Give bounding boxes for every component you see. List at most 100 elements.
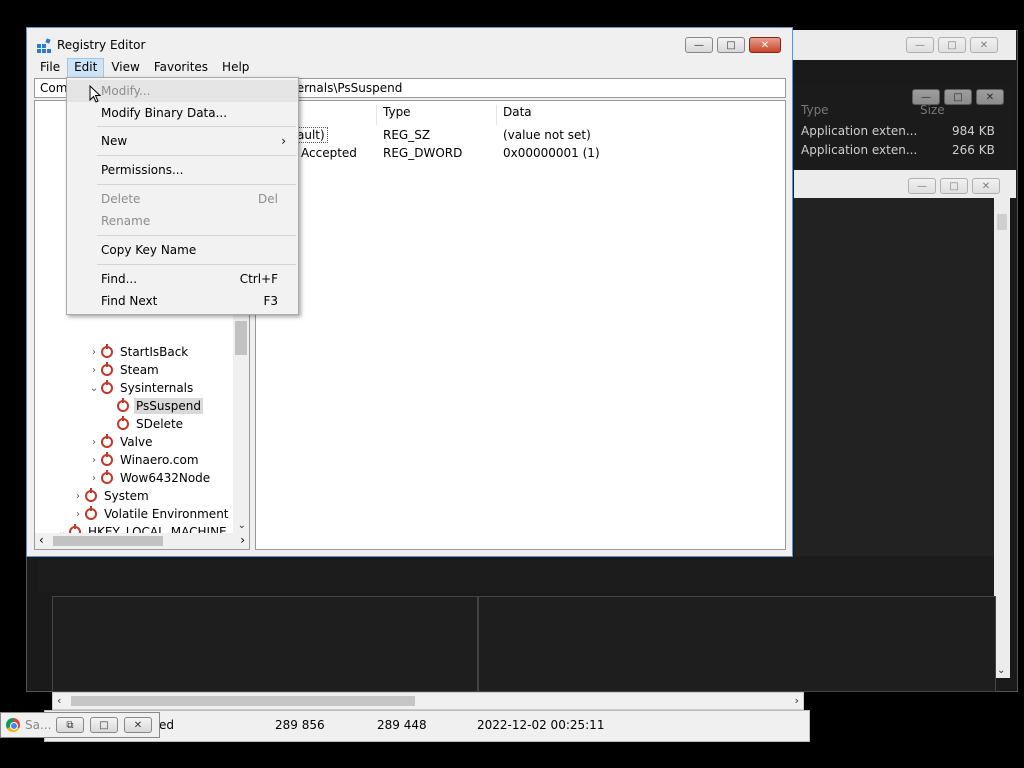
- menu-item-permissions[interactable]: Permissions...: [67, 159, 298, 181]
- menu-item-rename[interactable]: Rename: [67, 210, 298, 232]
- tree-item-label: System: [104, 489, 149, 503]
- tree-item[interactable]: › System: [71, 487, 151, 505]
- chevron-left-icon[interactable]: ‹: [39, 533, 44, 547]
- menu-item-modify-binary[interactable]: Modify Binary Data...: [67, 102, 298, 124]
- status-text: ed: [159, 718, 174, 732]
- chevron-right-icon[interactable]: ›: [87, 473, 101, 484]
- close-icon[interactable]: ✕: [970, 37, 998, 53]
- menu-separator: [97, 235, 296, 236]
- registry-key-icon: [101, 362, 113, 376]
- restore-icon[interactable]: ⧉: [56, 717, 84, 733]
- chevron-down-icon[interactable]: ⌄: [87, 383, 101, 394]
- scrollbar-thumb[interactable]: [53, 536, 163, 546]
- registry-key-icon: [101, 344, 113, 358]
- menu-item-delete[interactable]: Delete Del: [67, 188, 298, 210]
- tree-item[interactable]: › Steam: [87, 361, 161, 379]
- third-window-controls: — □ ✕: [908, 178, 1000, 194]
- chevron-right-icon[interactable]: ›: [71, 509, 85, 520]
- menu-item-modify[interactable]: Modify...: [67, 80, 298, 102]
- values-list-pane[interactable]: Type Data ault) REG_SZ (value not set) A…: [255, 100, 786, 550]
- explorer-row-size: 266 KB: [952, 143, 995, 157]
- menu-separator: [97, 184, 296, 185]
- minimize-icon[interactable]: —: [685, 37, 713, 53]
- tree-item-selected[interactable]: PsSuspend: [103, 397, 203, 415]
- close-icon[interactable]: ✕: [124, 717, 152, 733]
- maximize-icon[interactable]: □: [90, 717, 118, 733]
- value-data: (value not set): [503, 128, 591, 142]
- column-header-type[interactable]: Type: [377, 105, 497, 125]
- registry-key-icon: [101, 434, 113, 448]
- registry-key-icon: [101, 452, 113, 466]
- menu-item-new[interactable]: New ›: [67, 130, 298, 152]
- menu-item-find-next[interactable]: Find Next F3: [67, 290, 298, 312]
- close-icon[interactable]: ✕: [972, 178, 1000, 194]
- registry-key-icon: [85, 506, 97, 520]
- background-lower-panel-left: [52, 596, 478, 692]
- title-bar[interactable]: Registry Editor — □ ✕: [27, 28, 792, 58]
- tree-item[interactable]: ⌄ Sysinternals: [87, 379, 195, 397]
- maximize-icon[interactable]: □: [940, 178, 968, 194]
- value-name[interactable]: Accepted: [301, 146, 357, 160]
- menu-bar: File Edit View Favorites Help: [33, 58, 256, 78]
- chevron-right-icon[interactable]: ›: [240, 533, 245, 547]
- tree-item[interactable]: › Wow6432Node: [87, 469, 212, 487]
- menu-separator: [97, 155, 296, 156]
- value-name[interactable]: ault): [294, 127, 328, 143]
- window-controls: — □ ✕: [685, 37, 781, 53]
- explorer-row-size: 984 KB: [952, 124, 995, 138]
- explorer-size-header: Size: [920, 103, 945, 117]
- registry-key-icon: [117, 398, 129, 412]
- tree-item[interactable]: SDelete: [103, 415, 185, 433]
- menu-view[interactable]: View: [104, 58, 146, 78]
- column-header-data[interactable]: Data: [497, 105, 657, 125]
- minimize-icon[interactable]: —: [908, 178, 936, 194]
- minimized-chrome-window[interactable]: Sa... ⧉ □ ✕: [0, 712, 160, 738]
- menu-file[interactable]: File: [33, 58, 67, 78]
- scrollbar-thumb[interactable]: [235, 321, 247, 355]
- chevron-right-icon[interactable]: ›: [87, 365, 101, 376]
- menu-favorites[interactable]: Favorites: [147, 58, 215, 78]
- chevron-right-icon[interactable]: ›: [87, 455, 101, 466]
- tree-item-label: Wow6432Node: [120, 471, 211, 485]
- minimize-icon[interactable]: —: [906, 37, 934, 53]
- status-date: 2022-12-02 00:25:11: [477, 718, 605, 732]
- chevron-right-icon[interactable]: ›: [87, 347, 101, 358]
- maximize-icon[interactable]: □: [938, 37, 966, 53]
- value-data: 0x00000001 (1): [503, 146, 600, 160]
- close-icon[interactable]: ✕: [976, 89, 1004, 105]
- tree-horizontal-scrollbar[interactable]: ‹ ›: [35, 533, 249, 549]
- menu-help[interactable]: Help: [215, 58, 256, 78]
- tree-item-label: Sysinternals: [120, 381, 194, 395]
- tree-item[interactable]: › Volatile Environment: [71, 505, 231, 523]
- status-size2: 289 448: [377, 718, 427, 732]
- chevron-right-icon[interactable]: ›: [71, 491, 85, 502]
- explorer-row-type: Application exten...: [801, 143, 918, 157]
- registry-key-icon: [101, 380, 113, 394]
- tree-item-label: Steam: [120, 363, 159, 377]
- tree-item[interactable]: › Valve: [87, 433, 154, 451]
- tree-item[interactable]: › Winaero.com: [87, 451, 201, 469]
- tree-item-label: Valve: [120, 435, 153, 449]
- menu-item-copy-key-name[interactable]: Copy Key Name: [67, 239, 298, 261]
- tree-item-label: SDelete: [136, 417, 184, 431]
- tree-item[interactable]: › StartIsBack: [87, 343, 190, 361]
- registry-key-icon: [117, 416, 129, 430]
- chevron-right-icon[interactable]: ›: [87, 437, 101, 448]
- background-lower-area: [38, 556, 994, 592]
- address-start: Com: [40, 81, 68, 95]
- menu-separator: [97, 264, 296, 265]
- value-type: REG_SZ: [383, 128, 431, 142]
- close-icon[interactable]: ✕: [749, 37, 781, 53]
- bottom-window-scrollbar[interactable]: ‹ ›: [52, 692, 804, 710]
- status-size1: 289 856: [275, 718, 325, 732]
- menu-edit[interactable]: Edit: [67, 58, 105, 78]
- menu-item-find[interactable]: Find... Ctrl+F: [67, 268, 298, 290]
- maximize-icon[interactable]: □: [717, 37, 745, 53]
- background-lower-panel-right: [478, 596, 996, 692]
- third-window-scrollbar[interactable]: ⌄: [994, 198, 1010, 678]
- window-title: Registry Editor: [57, 38, 146, 52]
- chip-title: Sa...: [25, 718, 52, 732]
- maximize-icon[interactable]: □: [944, 89, 972, 105]
- tree-item-label: StartIsBack: [120, 345, 189, 359]
- chevron-down-icon[interactable]: ⌄: [238, 520, 246, 531]
